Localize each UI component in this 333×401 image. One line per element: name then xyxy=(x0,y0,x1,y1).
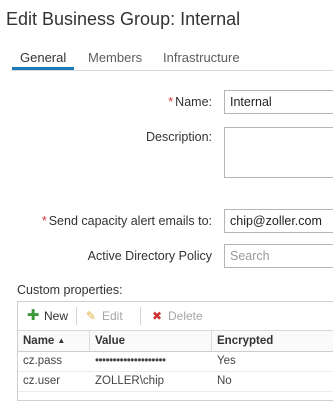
properties-toolbar: ✚ New ✎ Edit ✖ Delete xyxy=(18,302,333,331)
x-icon: ✖ xyxy=(151,309,163,323)
toolbar-divider xyxy=(76,307,77,325)
plus-icon: ✚ xyxy=(26,307,40,324)
required-marker: * xyxy=(41,214,47,228)
name-label-text: Name: xyxy=(175,95,212,109)
table-row[interactable]: cz.user ZOLLER\chip No xyxy=(18,372,333,392)
capacity-email-label-text: Send capacity alert emails to: xyxy=(48,214,212,228)
delete-button-label: Delete xyxy=(168,309,203,323)
delete-button[interactable]: ✖ Delete xyxy=(150,308,203,324)
name-input[interactable] xyxy=(224,90,333,114)
property-value: ZOLLER\chip xyxy=(95,375,165,387)
new-button-label: New xyxy=(44,309,69,323)
capacity-email-label: * Send capacity alert emails to: xyxy=(42,214,212,228)
property-name: cz.pass xyxy=(23,355,62,367)
column-header-name[interactable]: Name ▲ xyxy=(18,331,90,351)
tab-general[interactable]: General xyxy=(12,50,75,70)
required-marker: * xyxy=(168,95,174,109)
sort-ascending-icon: ▲ xyxy=(57,336,66,345)
column-header-encrypted[interactable]: Encrypted xyxy=(212,331,333,351)
ad-policy-label: Active Directory Policy xyxy=(87,249,212,263)
description-textarea[interactable] xyxy=(224,127,333,178)
column-header-name-text: Name xyxy=(23,335,55,347)
edit-button-label: Edit xyxy=(102,309,123,323)
tab-members[interactable]: Members xyxy=(80,50,150,68)
tab-infrastructure[interactable]: Infrastructure xyxy=(155,50,248,68)
grid-header: Name ▲ Value Encrypted xyxy=(18,331,333,352)
edit-button[interactable]: ✎ Edit xyxy=(84,308,123,324)
capacity-email-input[interactable] xyxy=(224,209,333,233)
page-title: Edit Business Group: Internal xyxy=(6,9,241,29)
name-label: * Name: xyxy=(168,95,212,109)
property-encrypted: No xyxy=(217,375,232,387)
new-button[interactable]: ✚ New xyxy=(26,308,68,324)
custom-properties-label: Custom properties: xyxy=(17,283,123,297)
pencil-icon: ✎ xyxy=(85,309,97,323)
toolbar-divider xyxy=(140,307,141,325)
table-row[interactable]: cz.pass •••••••••••••••••••• Yes xyxy=(18,352,333,372)
description-label: Description: xyxy=(146,130,212,144)
custom-properties-grid: ✚ New ✎ Edit ✖ Delete Name ▲ Value Encrypted… xyxy=(17,301,333,401)
tab-bar: General Members Infrastructure xyxy=(11,50,333,71)
column-header-value[interactable]: Value xyxy=(90,331,212,351)
ad-policy-search-input[interactable] xyxy=(224,244,333,268)
property-value: •••••••••••••••••••• xyxy=(95,355,166,367)
property-name: cz.user xyxy=(23,375,61,387)
property-encrypted: Yes xyxy=(217,355,236,367)
